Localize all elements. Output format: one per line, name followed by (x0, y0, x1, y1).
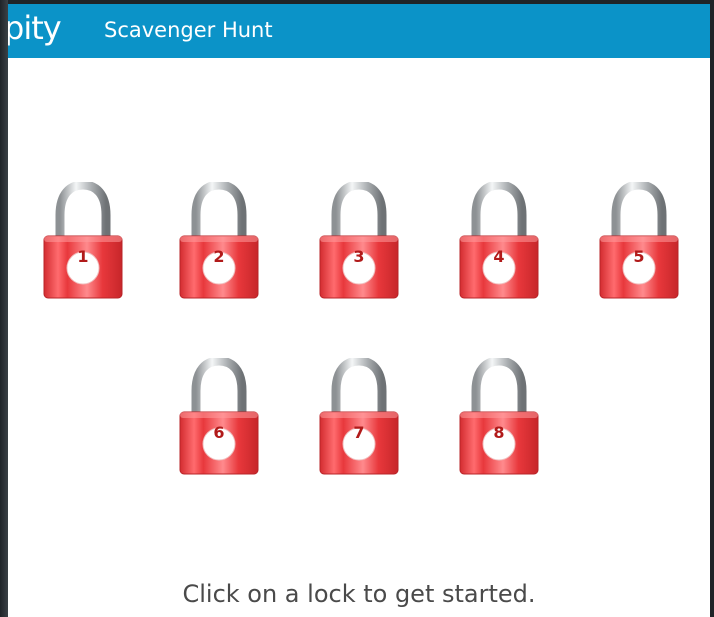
padlock-icon (459, 358, 539, 475)
app-window: pity Scavenger Hunt 1 2 3 4 5 6 7 8 Clic… (8, 4, 710, 617)
lock-1[interactable]: 1 (38, 182, 128, 300)
padlock-icon (319, 182, 399, 299)
lock-7[interactable]: 7 (314, 358, 404, 476)
instruction-text: Click on a lock to get started. (182, 580, 536, 608)
window-frame-left (0, 0, 8, 617)
lock-number: 1 (77, 247, 89, 266)
lock-6[interactable]: 6 (174, 358, 264, 476)
padlock-icon (319, 358, 399, 475)
padlock-icon (179, 182, 259, 299)
lock-number: 3 (353, 247, 365, 266)
lock-number: 6 (213, 423, 225, 442)
lock-number: 5 (633, 247, 645, 266)
lock-2[interactable]: 2 (174, 182, 264, 300)
lock-number: 8 (493, 423, 505, 442)
lock-5[interactable]: 5 (594, 182, 684, 300)
padlock-icon (459, 182, 539, 299)
lock-8[interactable]: 8 (454, 358, 544, 476)
padlock-icon (599, 182, 679, 299)
lock-4[interactable]: 4 (454, 182, 544, 300)
lock-number: 7 (353, 423, 365, 442)
window-frame-right (710, 0, 714, 617)
padlock-icon (43, 182, 123, 299)
lock-number: 4 (493, 247, 505, 266)
lock-number: 2 (213, 247, 225, 266)
padlock-icon (179, 358, 259, 475)
lock-grid: 1 2 3 4 5 6 7 8 (8, 4, 710, 617)
lock-3[interactable]: 3 (314, 182, 404, 300)
